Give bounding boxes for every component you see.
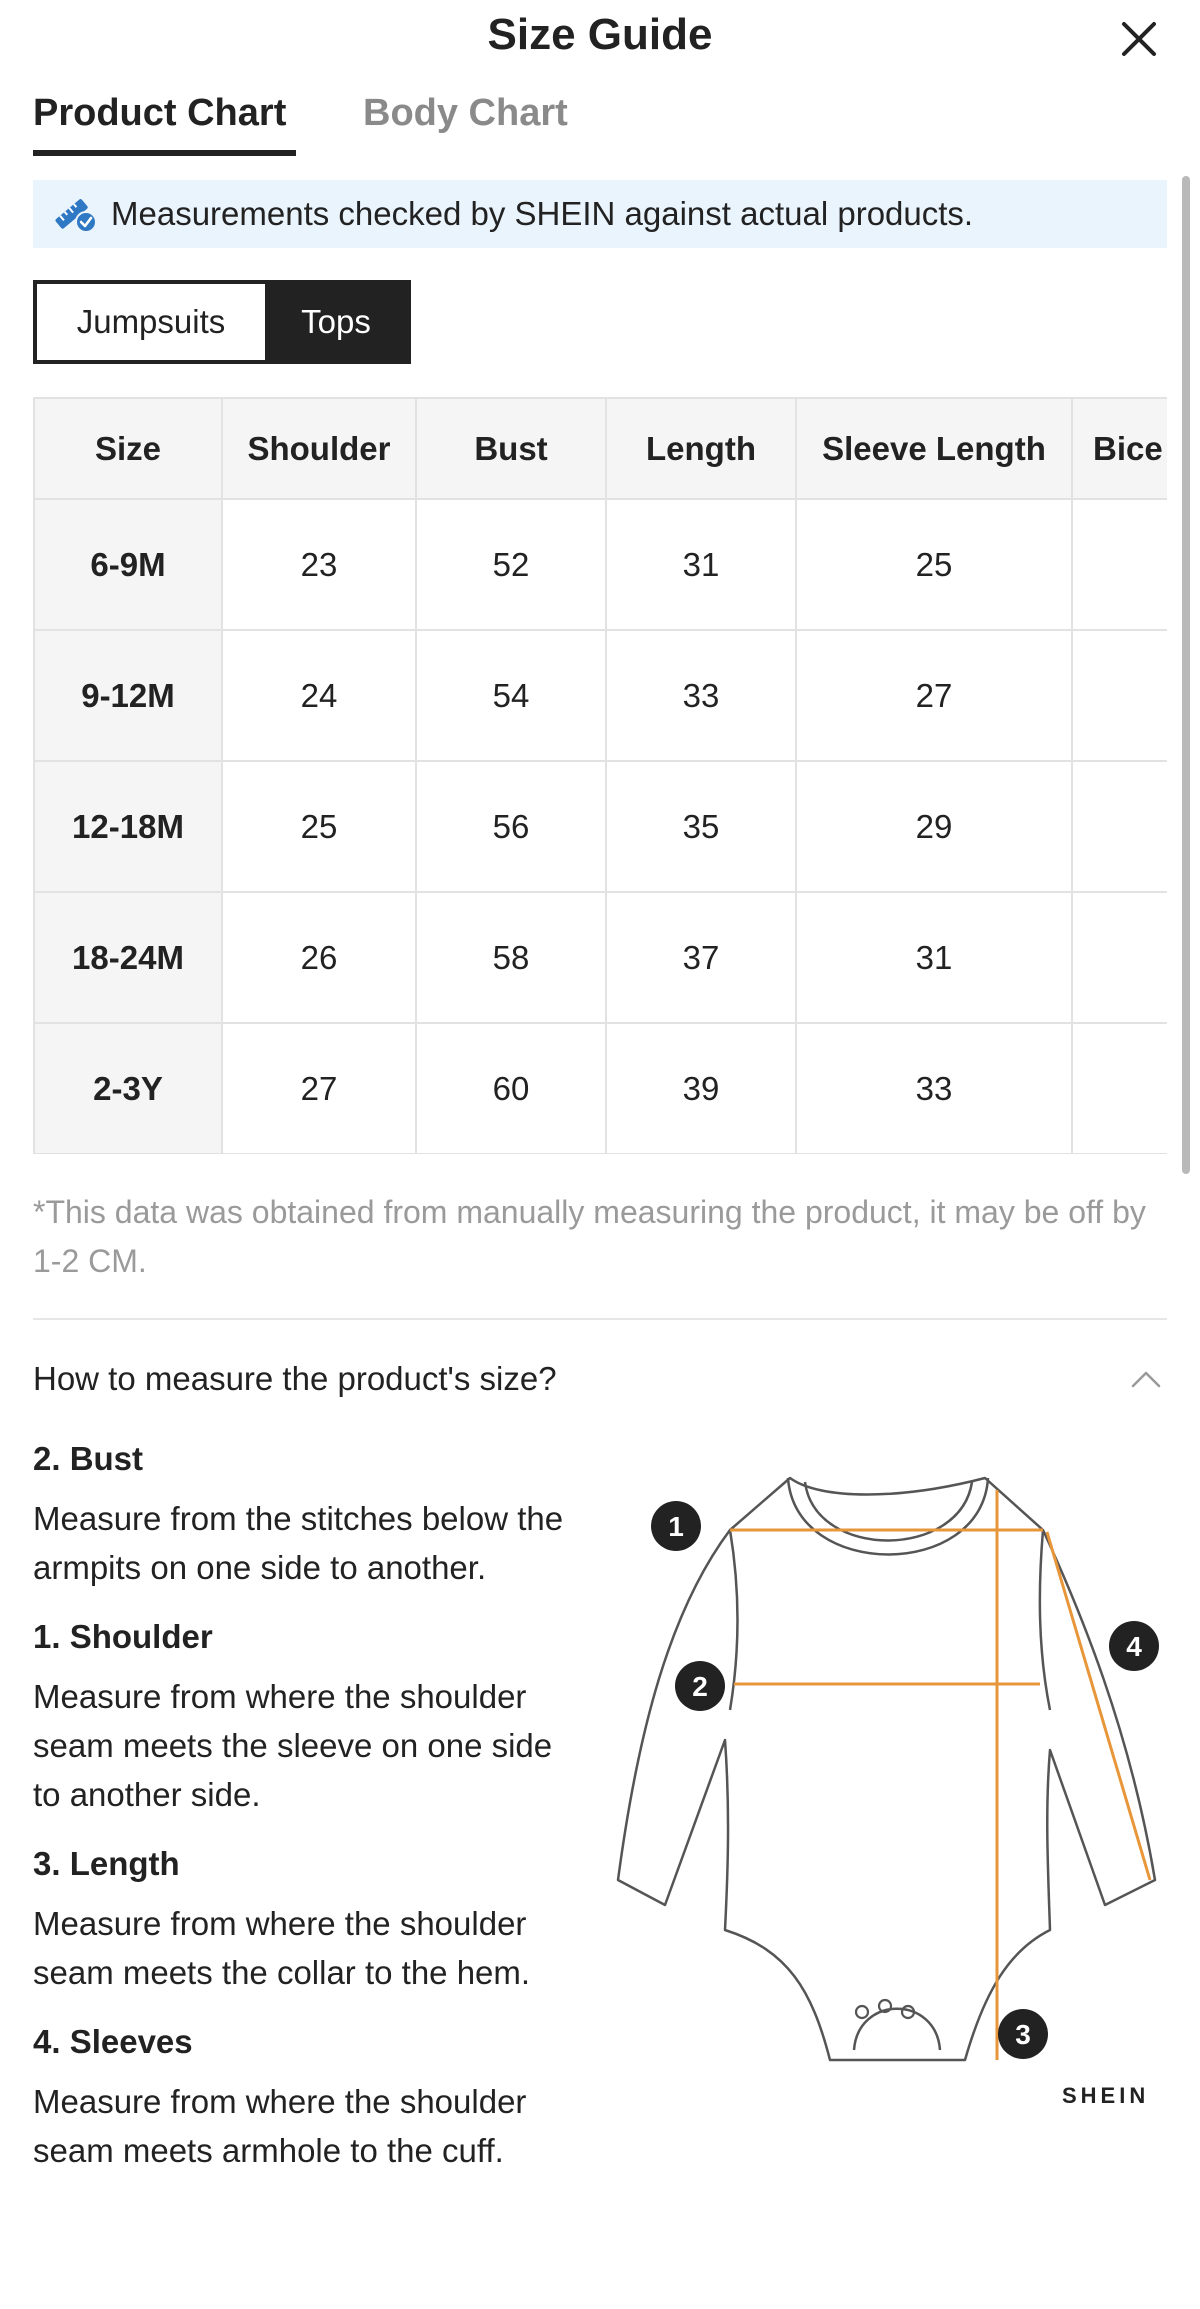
svg-text:1: 1 [668, 1511, 684, 1542]
segment-jumpsuits[interactable]: Jumpsuits [37, 284, 265, 360]
marker-1: 1 [651, 1501, 701, 1551]
measure-instructions: 2. Bust Measure from the stitches below … [33, 1440, 588, 2201]
ruler-check-icon [55, 199, 97, 233]
svg-text:4: 4 [1126, 1631, 1142, 1662]
notice-text: Measurements checked by SHEIN against ac… [111, 195, 974, 232]
sleeve-cell: 29 [795, 760, 1073, 893]
length-cell: 31 [605, 498, 797, 631]
instruction-text-sleeves: Measure from where the shoulder seam mee… [33, 2083, 527, 2169]
sleeve-cell: 31 [795, 891, 1073, 1024]
table-row: 9-12M 24 54 33 27 [33, 629, 1167, 762]
col-header-shoulder: Shoulder [221, 397, 417, 500]
size-table: Size Shoulder Bust Length Sleeve Length … [33, 397, 1167, 1154]
close-icon[interactable] [1116, 16, 1162, 62]
how-to-measure-title: How to measure the product's size? [33, 1360, 557, 1397]
table-row: 2-3Y 27 60 39 33 [33, 1022, 1167, 1154]
biceps-cell [1071, 498, 1167, 631]
instruction-text-shoulder: Measure from where the shoulder seam mee… [33, 1678, 553, 1813]
size-cell: 2-3Y [33, 1022, 223, 1154]
svg-text:3: 3 [1015, 2019, 1031, 2050]
biceps-cell [1071, 891, 1167, 1024]
section-divider [33, 1318, 1167, 1320]
length-cell: 33 [605, 629, 797, 762]
instruction-text-bust: Measure from the stitches below the armp… [33, 1500, 564, 1586]
instruction-text-length: Measure from where the shoulder seam mee… [33, 1905, 531, 1991]
shoulder-cell: 24 [221, 629, 417, 762]
biceps-cell [1071, 760, 1167, 893]
chevron-up-icon[interactable] [1129, 1364, 1163, 1394]
col-header-sleeve-length: Sleeve Length [795, 397, 1073, 500]
instruction-heading-sleeves: 4. Sleeves [33, 2023, 193, 2060]
svg-text:2: 2 [692, 1671, 708, 1702]
sleeve-cell: 27 [795, 629, 1073, 762]
size-guide-header: Size Guide [0, 0, 1200, 72]
tab-body-chart[interactable]: Body Chart [363, 92, 568, 135]
size-cell: 9-12M [33, 629, 223, 762]
marker-4: 4 [1109, 1621, 1159, 1671]
bodysuit-measurement-diagram: 1 2 3 4 [616, 1476, 1159, 2062]
marker-3: 3 [998, 2009, 1048, 2059]
col-header-bust: Bust [415, 397, 607, 500]
marker-2: 2 [675, 1661, 725, 1711]
col-header-size: Size [33, 397, 223, 500]
shoulder-cell: 23 [221, 498, 417, 631]
biceps-cell [1071, 629, 1167, 762]
bust-cell: 60 [415, 1022, 607, 1154]
bust-cell: 56 [415, 760, 607, 893]
tab-product-chart[interactable]: Product Chart [33, 92, 286, 135]
bust-cell: 52 [415, 498, 607, 631]
table-header-row: Size Shoulder Bust Length Sleeve Length … [33, 397, 1167, 500]
biceps-cell [1071, 1022, 1167, 1154]
size-cell: 18-24M [33, 891, 223, 1024]
length-cell: 39 [605, 1022, 797, 1154]
table-row: 18-24M 26 58 37 31 [33, 891, 1167, 1024]
active-tab-indicator [33, 150, 296, 156]
size-cell: 6-9M [33, 498, 223, 631]
instruction-heading-bust: 2. Bust [33, 1440, 144, 1477]
bust-cell: 58 [415, 891, 607, 1024]
instruction-heading-length: 3. Length [33, 1845, 180, 1882]
size-cell: 12-18M [33, 760, 223, 893]
col-header-length: Length [605, 397, 797, 500]
instruction-heading-shoulder: 1. Shoulder [33, 1618, 213, 1655]
page-title: Size Guide [487, 10, 713, 59]
segment-tops[interactable]: Tops [265, 284, 407, 360]
measurement-disclaimer: *This data was obtained from manually me… [33, 1194, 1146, 1279]
length-cell: 37 [605, 891, 797, 1024]
length-cell: 35 [605, 760, 797, 893]
table-row: 12-18M 25 56 35 29 [33, 760, 1167, 893]
snap-button [854, 2004, 870, 2020]
table-row: 6-9M 23 52 31 25 [33, 498, 1167, 631]
shoulder-cell: 27 [221, 1022, 417, 1154]
bust-cell: 54 [415, 629, 607, 762]
category-switch: Jumpsuits Tops [33, 280, 411, 364]
col-header-biceps: Bice [1071, 397, 1167, 500]
shoulder-cell: 26 [221, 891, 417, 1024]
vertical-scrollbar[interactable] [1182, 176, 1190, 1174]
sleeve-measure-line [1045, 1531, 1152, 1881]
brand-logo: SHEIN [1062, 2083, 1150, 2108]
sleeve-cell: 25 [795, 498, 1073, 631]
shoulder-cell: 25 [221, 760, 417, 893]
size-table-scroll[interactable]: Size Shoulder Bust Length Sleeve Length … [33, 397, 1167, 1154]
measurement-notice: Measurements checked by SHEIN against ac… [33, 180, 1167, 248]
how-to-measure-toggle[interactable]: How to measure the product's size? [33, 1356, 1167, 1406]
sleeve-cell: 33 [795, 1022, 1073, 1154]
